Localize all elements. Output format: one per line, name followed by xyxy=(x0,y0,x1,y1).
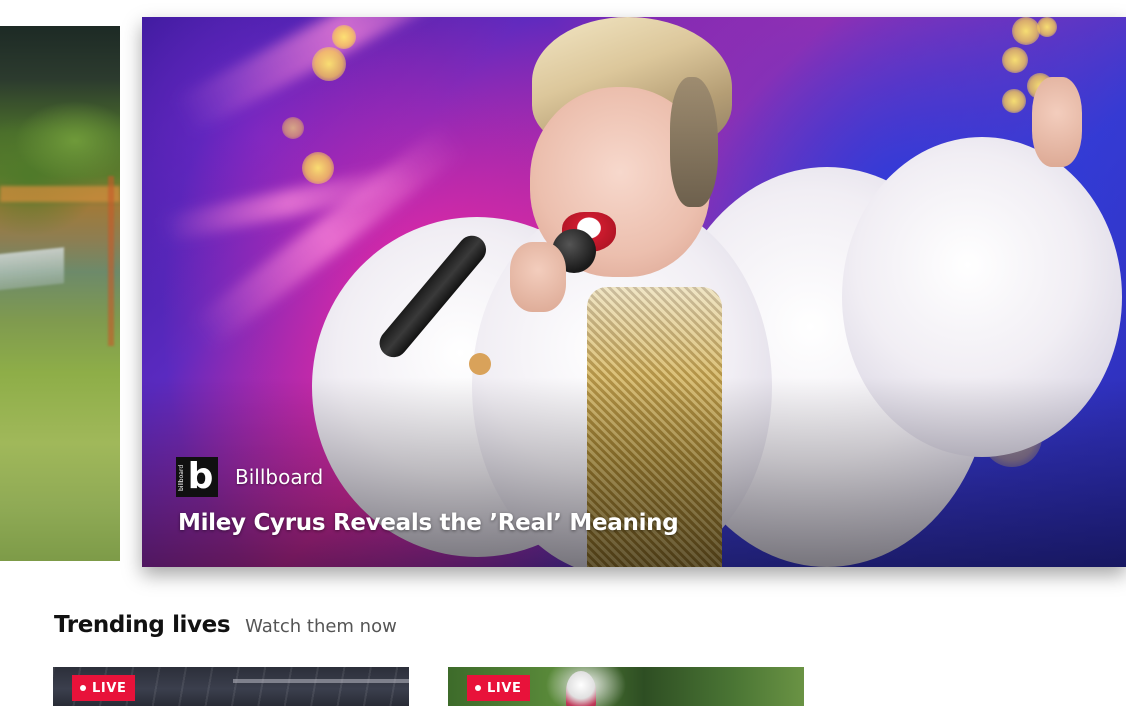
bokeh-light xyxy=(1002,89,1026,113)
bokeh-light xyxy=(1012,17,1040,45)
hero-headline[interactable]: Miley Cyrus Reveals the ’Real’ Meaning xyxy=(178,506,679,540)
logo-small-text: billboard xyxy=(178,464,185,492)
bokeh-light xyxy=(1037,17,1057,37)
hero-carousel-slide[interactable]: billboard b Billboard Miley Cyrus Reveal… xyxy=(142,17,1126,567)
bokeh-light xyxy=(312,47,346,81)
raised-hand xyxy=(1032,77,1082,167)
bokeh-light xyxy=(302,152,334,184)
live-badge-label: LIVE xyxy=(487,680,522,696)
bokeh-light xyxy=(1002,47,1028,73)
live-video-card[interactable]: LIVE xyxy=(53,667,409,706)
live-badge: LIVE xyxy=(467,675,531,701)
live-dot-icon xyxy=(475,685,481,691)
slide-image-detail xyxy=(108,176,114,346)
billboard-logo-icon: billboard b xyxy=(176,457,218,497)
trending-section-header: Trending lives Watch them now xyxy=(54,612,397,638)
slide-image-detail xyxy=(0,186,120,202)
app-screen: billboard b Billboard Miley Cyrus Reveal… xyxy=(0,0,1126,706)
slide-image-detail xyxy=(0,247,64,291)
bokeh-light xyxy=(282,117,304,139)
live-video-card[interactable]: LIVE xyxy=(448,667,804,706)
source-attribution[interactable]: billboard b Billboard xyxy=(176,457,323,497)
card-image-detail xyxy=(566,671,596,706)
card-image-detail xyxy=(233,679,409,683)
hand xyxy=(510,242,566,312)
live-badge: LIVE xyxy=(72,675,136,701)
logo-letter: b xyxy=(187,457,214,497)
microphone-tip xyxy=(469,353,491,375)
live-dot-icon xyxy=(80,685,86,691)
previous-carousel-slide[interactable] xyxy=(0,26,120,561)
bokeh-light xyxy=(332,25,356,49)
section-title[interactable]: Trending lives xyxy=(54,612,231,638)
hair xyxy=(670,77,718,207)
section-subtitle: Watch them now xyxy=(245,616,397,637)
source-name: Billboard xyxy=(235,465,324,489)
live-badge-label: LIVE xyxy=(92,680,127,696)
